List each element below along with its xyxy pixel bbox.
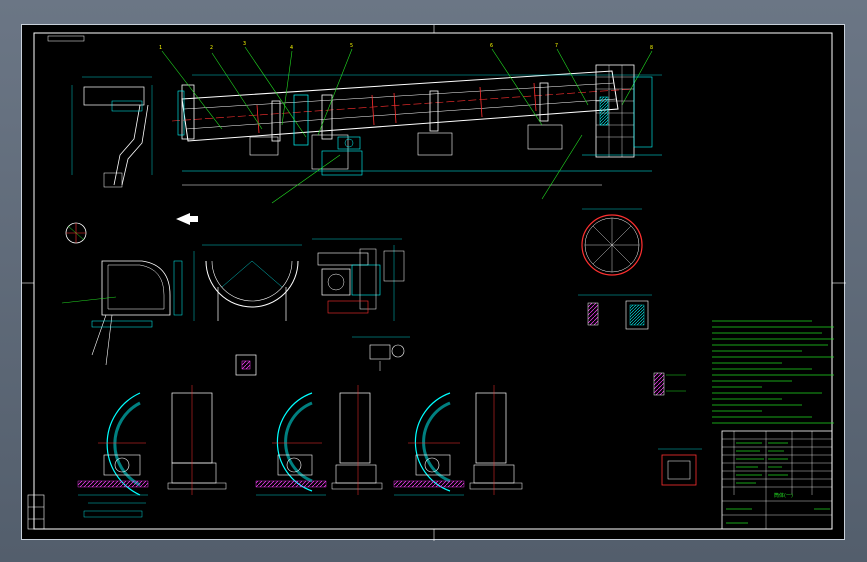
bearing-detail[interactable] xyxy=(352,336,410,371)
shell-cross-section[interactable] xyxy=(581,208,643,276)
bracket-detail[interactable] xyxy=(235,354,257,376)
weld-detail[interactable] xyxy=(653,372,686,396)
flange-section[interactable] xyxy=(578,294,652,330)
svg-text:8: 8 xyxy=(650,45,653,51)
drawing-sheet: 1 2 3 4 5 6 7 8 筒体(一) xyxy=(22,25,846,541)
cad-window: 1 2 3 4 5 6 7 8 筒体(一) xyxy=(0,0,867,562)
kiln-head-hood-section[interactable] xyxy=(61,260,183,366)
inspection-door[interactable] xyxy=(658,448,702,486)
technical-requirements xyxy=(712,320,834,424)
kiln-elevation-view[interactable]: 1 2 3 4 5 6 7 8 xyxy=(159,41,662,204)
svg-text:1: 1 xyxy=(159,45,162,51)
svg-text:4: 4 xyxy=(290,45,293,51)
sheet-border xyxy=(33,32,833,530)
drawing-canvas[interactable]: 1 2 3 4 5 6 7 8 筒体(一) xyxy=(21,24,846,541)
direction-arrow xyxy=(176,213,198,225)
seal-detail[interactable] xyxy=(65,222,87,244)
feed-chute-view[interactable] xyxy=(71,76,153,188)
svg-text:5: 5 xyxy=(350,43,353,49)
roller-station-view-3[interactable] xyxy=(393,385,523,496)
svg-text:2: 2 xyxy=(210,45,213,51)
roller-station-view-1[interactable] xyxy=(77,385,227,518)
svg-text:6: 6 xyxy=(490,43,493,49)
title-block[interactable] xyxy=(721,430,833,530)
svg-text:3: 3 xyxy=(243,41,246,47)
cradle-section[interactable] xyxy=(193,244,302,321)
roller-station-view-2[interactable] xyxy=(255,385,383,496)
drive-assembly[interactable] xyxy=(312,238,405,321)
svg-text:7: 7 xyxy=(555,43,558,49)
drawing-title: 筒体(一) xyxy=(774,492,793,499)
